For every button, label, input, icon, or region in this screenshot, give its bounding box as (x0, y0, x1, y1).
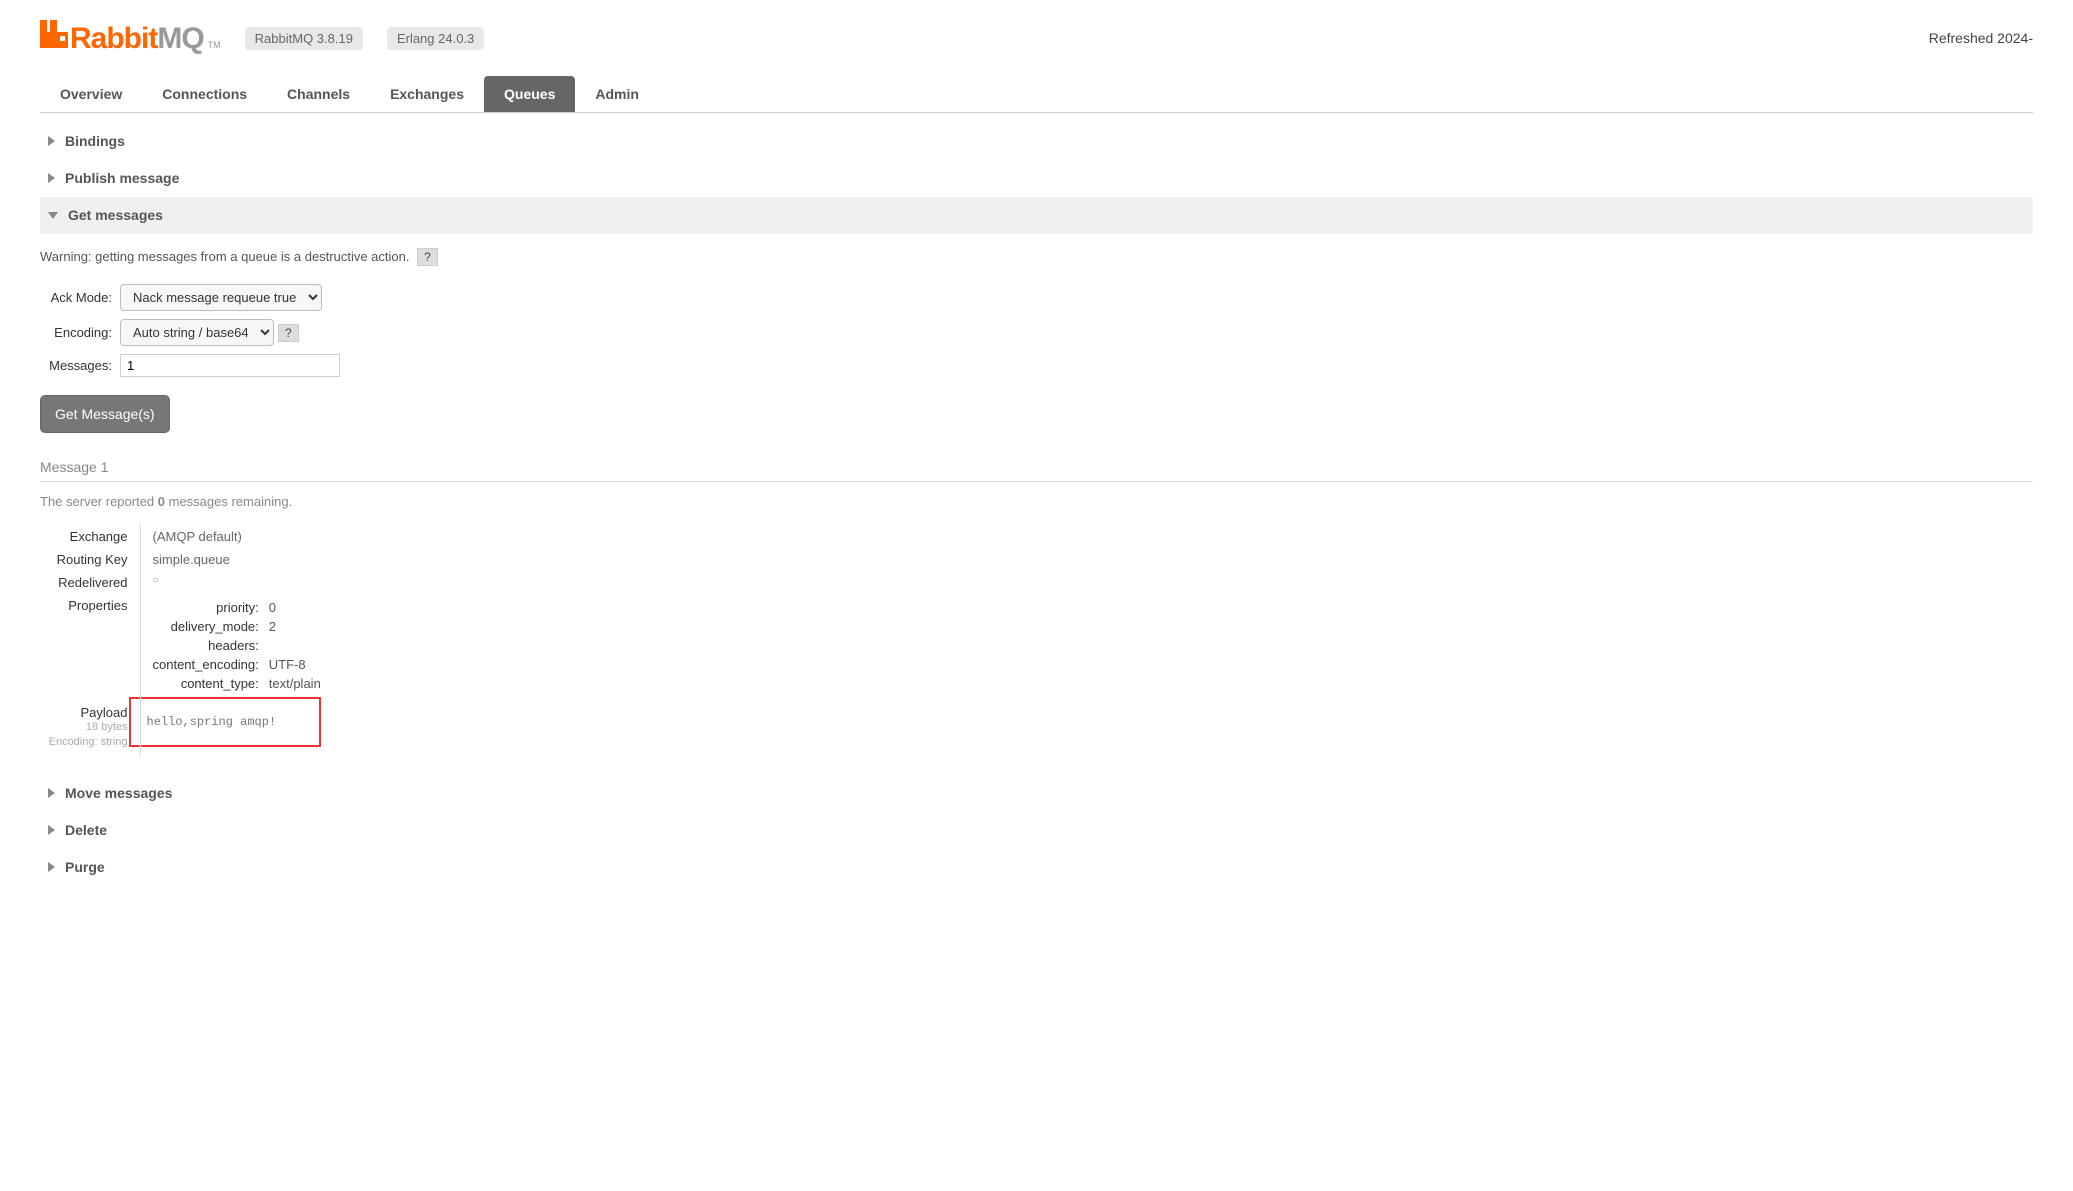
content-encoding-value: UTF-8 (265, 655, 321, 674)
header-left: RabbitMQ TM RabbitMQ 3.8.19 Erlang 24.0.… (40, 20, 484, 56)
payload-encoding: Encoding: string (40, 735, 128, 750)
routing-key-row: Routing Key simple.queue (40, 548, 321, 571)
exchange-value: (AMQP default) (140, 525, 321, 548)
section-publish-message[interactable]: Publish message (40, 160, 2033, 197)
remaining-count: 0 (158, 494, 165, 509)
encoding-label: Encoding: (40, 325, 120, 340)
erlang-version-badge: Erlang 24.0.3 (387, 27, 484, 50)
messages-label: Messages: (40, 358, 120, 373)
redelivered-row: Redelivered ○ (40, 571, 321, 594)
chevron-right-icon (48, 788, 55, 798)
section-purge[interactable]: Purge (40, 849, 2033, 886)
content-type-value: text/plain (265, 674, 321, 693)
tab-overview[interactable]: Overview (40, 76, 142, 112)
section-delete[interactable]: Delete (40, 812, 2033, 849)
logo-text-mq: MQ (157, 22, 203, 56)
section-publish-label: Publish message (65, 170, 179, 186)
section-get-messages-label: Get messages (68, 207, 163, 223)
messages-row: Messages: (40, 354, 2033, 377)
chevron-down-icon (48, 212, 58, 219)
routing-key-label: Routing Key (40, 548, 140, 571)
section-get-messages[interactable]: Get messages (40, 197, 2033, 234)
messages-remaining: The server reported 0 messages remaining… (40, 494, 2033, 509)
tab-channels[interactable]: Channels (267, 76, 370, 112)
exchange-label: Exchange (40, 525, 140, 548)
delivery-mode-label: delivery_mode: (153, 617, 265, 636)
delivery-mode-value: 2 (265, 617, 321, 636)
properties-label: Properties (40, 594, 140, 697)
section-move-messages[interactable]: Move messages (40, 775, 2033, 812)
get-messages-button[interactable]: Get Message(s) (40, 395, 170, 433)
payload-label-cell: Payload 18 bytes Encoding: string (40, 697, 140, 755)
logo[interactable]: RabbitMQ TM (40, 20, 221, 56)
header-row: RabbitMQ TM RabbitMQ 3.8.19 Erlang 24.0.… (40, 20, 2033, 56)
redelivered-value: ○ (140, 571, 321, 594)
encoding-row: Encoding: Auto string / base64 ? (40, 319, 2033, 346)
encoding-select[interactable]: Auto string / base64 (120, 319, 274, 346)
remaining-suffix: messages remaining. (165, 494, 292, 509)
tab-exchanges[interactable]: Exchanges (370, 76, 484, 112)
redelivered-label: Redelivered (40, 571, 140, 594)
section-bindings-label: Bindings (65, 133, 125, 149)
tab-connections[interactable]: Connections (142, 76, 267, 112)
warning-message: Warning: getting messages from a queue i… (40, 249, 409, 264)
chevron-right-icon (48, 825, 55, 835)
tab-admin[interactable]: Admin (575, 76, 659, 112)
get-messages-body: Warning: getting messages from a queue i… (40, 234, 2033, 775)
exchange-row: Exchange (AMQP default) (40, 525, 321, 548)
warning-text: Warning: getting messages from a queue i… (40, 248, 2033, 266)
main-tabs: Overview Connections Channels Exchanges … (40, 76, 2033, 113)
payload-bytes: 18 bytes (40, 720, 128, 735)
refreshed-text: Refreshed 2024- (1929, 30, 2033, 46)
content-encoding-label: content_encoding: (153, 655, 265, 674)
payload-box: hello,spring amqp! (129, 697, 321, 747)
section-move-label: Move messages (65, 785, 172, 801)
payload-value-cell: hello,spring amqp! (140, 697, 321, 755)
properties-value: priority: 0 delivery_mode: 2 headers: (140, 594, 321, 697)
section-delete-label: Delete (65, 822, 107, 838)
logo-tm: TM (208, 40, 221, 50)
messages-input[interactable] (120, 354, 340, 377)
tab-queues[interactable]: Queues (484, 76, 575, 112)
rabbitmq-logo-icon (40, 20, 68, 48)
section-purge-label: Purge (65, 859, 105, 875)
payload-label: Payload (40, 705, 128, 720)
logo-text-rabbit: Rabbit (70, 22, 157, 56)
headers-value (265, 636, 321, 655)
rabbitmq-version-badge: RabbitMQ 3.8.19 (245, 27, 363, 50)
priority-label: priority: (153, 598, 265, 617)
section-bindings[interactable]: Bindings (40, 123, 2033, 160)
message-heading: Message 1 (40, 451, 2033, 482)
headers-label: headers: (153, 636, 265, 655)
priority-value: 0 (265, 598, 321, 617)
ack-mode-label: Ack Mode: (40, 290, 120, 305)
properties-row: Properties priority: 0 delivery_mode: 2 (40, 594, 321, 697)
ack-mode-row: Ack Mode: Nack message requeue true (40, 284, 2033, 311)
content-type-label: content_type: (153, 674, 265, 693)
routing-key-value: simple.queue (140, 548, 321, 571)
chevron-right-icon (48, 136, 55, 146)
help-button[interactable]: ? (417, 248, 438, 266)
message-details-table: Exchange (AMQP default) Routing Key simp… (40, 525, 321, 755)
ack-mode-select[interactable]: Nack message requeue true (120, 284, 322, 311)
encoding-help-button[interactable]: ? (278, 324, 299, 342)
remaining-prefix: The server reported (40, 494, 158, 509)
chevron-right-icon (48, 862, 55, 872)
payload-row: Payload 18 bytes Encoding: string hello,… (40, 697, 321, 755)
chevron-right-icon (48, 173, 55, 183)
